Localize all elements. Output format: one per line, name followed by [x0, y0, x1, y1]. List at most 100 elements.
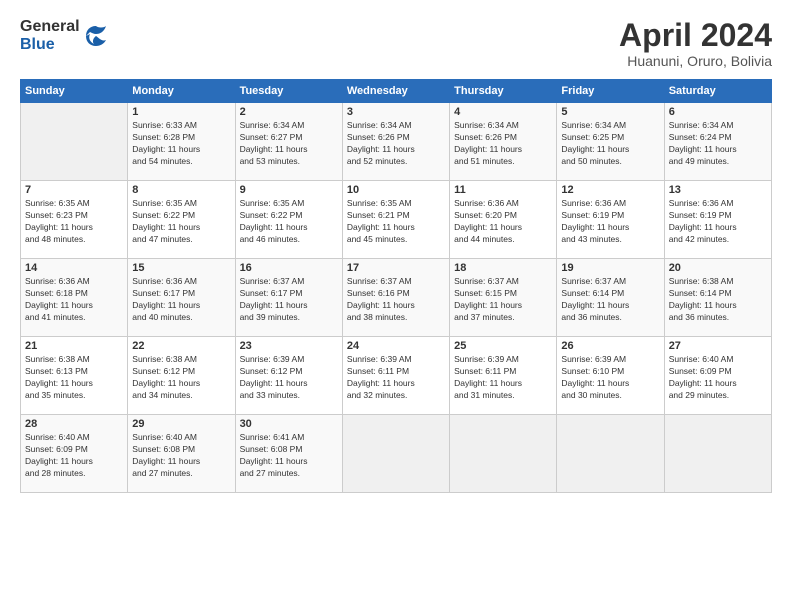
- cell-info: Sunrise: 6:40 AMSunset: 6:09 PMDaylight:…: [669, 354, 767, 402]
- day-number: 21: [25, 340, 123, 352]
- table-row: 4Sunrise: 6:34 AMSunset: 6:26 PMDaylight…: [450, 103, 557, 181]
- table-row: 16 Sunrise: 6:37 AMSunset: 6:17 PMDayligh…: [235, 259, 342, 337]
- table-row: 15 Sunrise: 6:36 AMSunset: 6:17 PMDayligh…: [128, 259, 235, 337]
- calendar-week-0: 1Sunrise: 6:33 AMSunset: 6:28 PMDaylight…: [21, 103, 772, 181]
- day-number: 14: [25, 262, 123, 274]
- day-number: 30: [240, 418, 338, 430]
- day-number: 11: [454, 184, 552, 196]
- table-row: [557, 415, 664, 493]
- logo-bird-icon: [84, 24, 108, 48]
- col-friday: Friday: [557, 80, 664, 103]
- day-number: 28: [25, 418, 123, 430]
- calendar-week-3: 21 Sunrise: 6:38 AMSunset: 6:13 PMDayligh…: [21, 337, 772, 415]
- col-wednesday: Wednesday: [342, 80, 449, 103]
- cell-info: Sunrise: 6:36 AMSunset: 6:17 PMDaylight:…: [132, 276, 230, 324]
- day-number: 9: [240, 184, 338, 196]
- day-number: 23: [240, 340, 338, 352]
- cell-info: Sunrise: 6:34 AMSunset: 6:26 PMDaylight:…: [347, 120, 445, 168]
- cell-info: Sunrise: 6:36 AMSunset: 6:18 PMDaylight:…: [25, 276, 123, 324]
- cell-info: Sunrise: 6:40 AMSunset: 6:08 PMDaylight:…: [132, 432, 230, 480]
- day-number: 13: [669, 184, 767, 196]
- day-number: 3: [347, 106, 445, 118]
- table-row: 30Sunrise: 6:41 AMSunset: 6:08 PMDayligh…: [235, 415, 342, 493]
- table-row: 23 Sunrise: 6:39 AMSunset: 6:12 PMDayligh…: [235, 337, 342, 415]
- calendar-week-1: 7 Sunrise: 6:35 AMSunset: 6:23 PMDaylight…: [21, 181, 772, 259]
- day-number: 25: [454, 340, 552, 352]
- cell-info: Sunrise: 6:35 AMSunset: 6:22 PMDaylight:…: [132, 198, 230, 246]
- table-row: 26Sunrise: 6:39 AMSunset: 6:10 PMDayligh…: [557, 337, 664, 415]
- calendar-table: Sunday Monday Tuesday Wednesday Thursday…: [20, 79, 772, 493]
- table-row: [21, 103, 128, 181]
- col-monday: Monday: [128, 80, 235, 103]
- day-number: 10: [347, 184, 445, 196]
- table-row: 22 Sunrise: 6:38 AMSunset: 6:12 PMDayligh…: [128, 337, 235, 415]
- day-number: 1: [132, 106, 230, 118]
- col-sunday: Sunday: [21, 80, 128, 103]
- table-row: 17 Sunrise: 6:37 AMSunset: 6:16 PMDayligh…: [342, 259, 449, 337]
- cell-info: Sunrise: 6:38 AMSunset: 6:13 PMDaylight:…: [25, 354, 123, 402]
- day-number: 5: [561, 106, 659, 118]
- logo: General Blue: [20, 18, 108, 53]
- day-number: 26: [561, 340, 659, 352]
- table-row: 27 Sunrise: 6:40 AMSunset: 6:09 PMDayligh…: [664, 337, 771, 415]
- day-number: 19: [561, 262, 659, 274]
- day-number: 6: [669, 106, 767, 118]
- table-row: 29 Sunrise: 6:40 AMSunset: 6:08 PMDayligh…: [128, 415, 235, 493]
- day-number: 20: [669, 262, 767, 274]
- table-row: 8 Sunrise: 6:35 AMSunset: 6:22 PMDaylight…: [128, 181, 235, 259]
- cell-info: Sunrise: 6:34 AMSunset: 6:24 PMDaylight:…: [669, 120, 767, 168]
- table-row: 10Sunrise: 6:35 AMSunset: 6:21 PMDayligh…: [342, 181, 449, 259]
- table-row: 18 Sunrise: 6:37 AMSunset: 6:15 PMDayligh…: [450, 259, 557, 337]
- cell-info: Sunrise: 6:37 AMSunset: 6:15 PMDaylight:…: [454, 276, 552, 324]
- table-row: 12Sunrise: 6:36 AMSunset: 6:19 PMDayligh…: [557, 181, 664, 259]
- cell-info: Sunrise: 6:39 AMSunset: 6:11 PMDaylight:…: [347, 354, 445, 402]
- cell-info: Sunrise: 6:35 AMSunset: 6:23 PMDaylight:…: [25, 198, 123, 246]
- page: General Blue April 2024 Huanuni, Oruro, …: [0, 0, 792, 612]
- day-number: 22: [132, 340, 230, 352]
- logo-general: General: [20, 18, 80, 36]
- col-tuesday: Tuesday: [235, 80, 342, 103]
- cell-info: Sunrise: 6:37 AMSunset: 6:17 PMDaylight:…: [240, 276, 338, 324]
- calendar-week-2: 14 Sunrise: 6:36 AMSunset: 6:18 PMDayligh…: [21, 259, 772, 337]
- cell-info: Sunrise: 6:35 AMSunset: 6:22 PMDaylight:…: [240, 198, 338, 246]
- day-number: 16: [240, 262, 338, 274]
- table-row: 28 Sunrise: 6:40 AMSunset: 6:09 PMDayligh…: [21, 415, 128, 493]
- table-row: 25 Sunrise: 6:39 AMSunset: 6:11 PMDayligh…: [450, 337, 557, 415]
- cell-info: Sunrise: 6:37 AMSunset: 6:16 PMDaylight:…: [347, 276, 445, 324]
- day-number: 12: [561, 184, 659, 196]
- table-row: 11 Sunrise: 6:36 AMSunset: 6:20 PMDayligh…: [450, 181, 557, 259]
- table-row: 2Sunrise: 6:34 AMSunset: 6:27 PMDaylight…: [235, 103, 342, 181]
- table-row: 13Sunrise: 6:36 AMSunset: 6:19 PMDayligh…: [664, 181, 771, 259]
- cell-info: Sunrise: 6:39 AMSunset: 6:11 PMDaylight:…: [454, 354, 552, 402]
- header-row: Sunday Monday Tuesday Wednesday Thursday…: [21, 80, 772, 103]
- logo-blue: Blue: [20, 36, 80, 54]
- day-number: 7: [25, 184, 123, 196]
- cell-info: Sunrise: 6:36 AMSunset: 6:20 PMDaylight:…: [454, 198, 552, 246]
- table-row: [450, 415, 557, 493]
- day-number: 24: [347, 340, 445, 352]
- cell-info: Sunrise: 6:39 AMSunset: 6:12 PMDaylight:…: [240, 354, 338, 402]
- day-number: 29: [132, 418, 230, 430]
- day-number: 8: [132, 184, 230, 196]
- col-thursday: Thursday: [450, 80, 557, 103]
- day-number: 18: [454, 262, 552, 274]
- table-row: 7 Sunrise: 6:35 AMSunset: 6:23 PMDaylight…: [21, 181, 128, 259]
- table-row: [664, 415, 771, 493]
- day-number: 17: [347, 262, 445, 274]
- table-row: 1Sunrise: 6:33 AMSunset: 6:28 PMDaylight…: [128, 103, 235, 181]
- day-number: 27: [669, 340, 767, 352]
- table-row: 20Sunrise: 6:38 AMSunset: 6:14 PMDayligh…: [664, 259, 771, 337]
- cell-info: Sunrise: 6:38 AMSunset: 6:12 PMDaylight:…: [132, 354, 230, 402]
- logo-text: General Blue: [20, 18, 80, 53]
- day-number: 2: [240, 106, 338, 118]
- table-row: 21 Sunrise: 6:38 AMSunset: 6:13 PMDayligh…: [21, 337, 128, 415]
- table-row: 5 Sunrise: 6:34 AMSunset: 6:25 PMDaylight…: [557, 103, 664, 181]
- table-row: 6 Sunrise: 6:34 AMSunset: 6:24 PMDaylight…: [664, 103, 771, 181]
- cell-info: Sunrise: 6:34 AMSunset: 6:25 PMDaylight:…: [561, 120, 659, 168]
- table-row: 9 Sunrise: 6:35 AMSunset: 6:22 PMDaylight…: [235, 181, 342, 259]
- cell-info: Sunrise: 6:40 AMSunset: 6:09 PMDaylight:…: [25, 432, 123, 480]
- day-number: 15: [132, 262, 230, 274]
- header: General Blue April 2024 Huanuni, Oruro, …: [20, 18, 772, 69]
- table-row: 14 Sunrise: 6:36 AMSunset: 6:18 PMDayligh…: [21, 259, 128, 337]
- title-area: April 2024 Huanuni, Oruro, Bolivia: [619, 18, 772, 69]
